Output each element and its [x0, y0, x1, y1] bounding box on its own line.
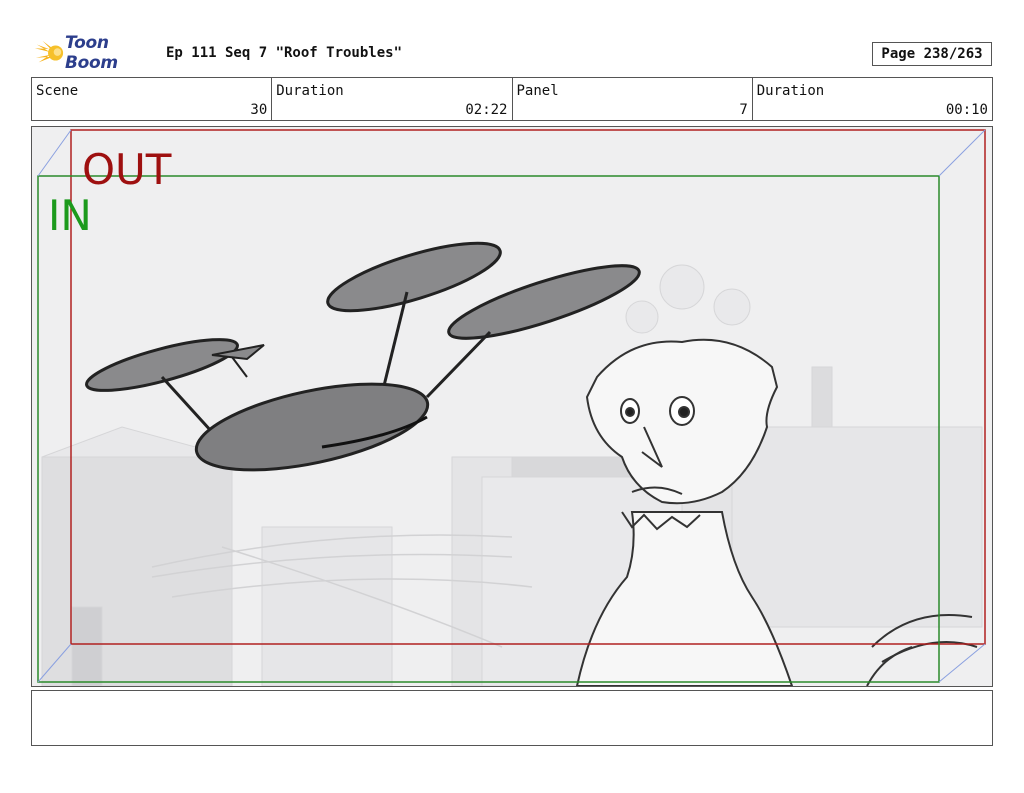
page-indicator: Page 238/263	[872, 42, 992, 66]
panel-cell: Panel 7	[513, 78, 753, 120]
storyboard-title: Ep 111 Seq 7 "Roof Troubles"	[166, 45, 403, 61]
out-frame-label: OUT	[82, 145, 172, 194]
scene-duration-label: Duration	[276, 83, 344, 99]
scene-value: 30	[250, 102, 268, 118]
panel-duration-cell: Duration 00:10	[753, 78, 992, 120]
brand-name: Toon Boom	[64, 33, 118, 73]
panel-duration-label: Duration	[756, 83, 825, 99]
storyboard-panel-image: OUT IN	[31, 126, 993, 687]
panel-notes-box	[31, 690, 993, 746]
panel-duration-value: 00:10	[945, 102, 988, 118]
in-frame-label: IN	[48, 191, 92, 240]
panel-value: 7	[739, 102, 748, 118]
scene-duration-cell: Duration 02:22	[272, 78, 513, 120]
toon-boom-logo: Toon Boom	[33, 33, 161, 73]
panel-sketch	[37, 129, 986, 686]
scene-duration-value: 02:22	[465, 102, 508, 118]
scene-cell: Scene 30	[32, 78, 273, 120]
panel-label: Panel	[516, 83, 559, 99]
scene-label: Scene	[36, 83, 79, 99]
toon-boom-comet-icon	[34, 40, 64, 63]
scene-info-row: Scene 30 Duration 02:22 Panel 7 Duration…	[31, 77, 993, 121]
